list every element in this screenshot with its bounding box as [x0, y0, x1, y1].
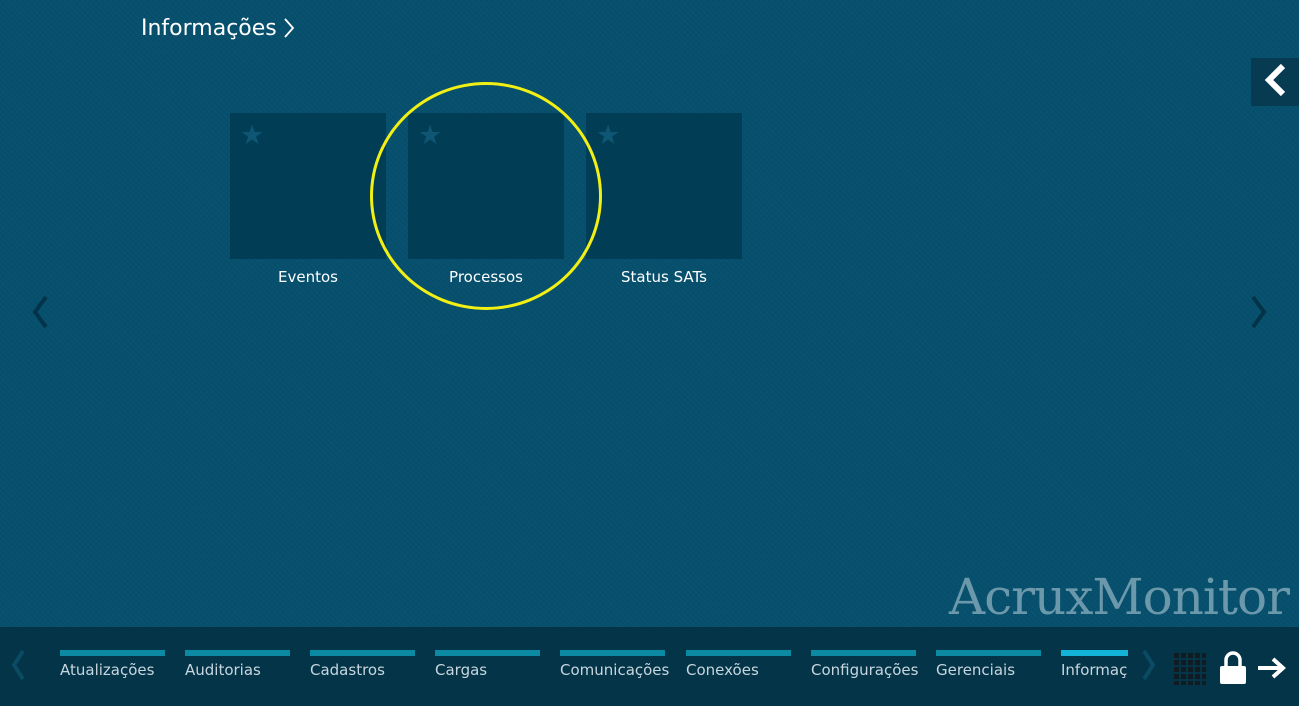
lock-icon[interactable]	[1219, 651, 1247, 685]
category-label: Gerenciais	[936, 661, 1016, 679]
category-configuracoes[interactable]: Configurações	[811, 650, 919, 679]
grid-icon[interactable]	[1173, 652, 1207, 686]
category-label: Comunicações	[560, 661, 670, 679]
chevron-right-icon	[1141, 649, 1157, 685]
category-gerenciais[interactable]: Gerenciais	[936, 650, 1041, 679]
chevron-right-icon	[283, 17, 295, 39]
category-cargas[interactable]: Cargas	[435, 650, 540, 679]
page-title[interactable]: Informações	[141, 12, 295, 44]
category-cadastros[interactable]: Cadastros	[310, 650, 415, 679]
category-indicator	[686, 650, 791, 656]
star-icon[interactable]: ★	[418, 122, 442, 149]
star-icon[interactable]: ★	[596, 122, 620, 149]
category-label: Cargas	[435, 661, 488, 679]
category-label: Atualizações	[60, 661, 155, 679]
categories-scroll-right-button[interactable]	[1137, 647, 1161, 687]
logout-arrow-icon[interactable]	[1256, 656, 1288, 680]
tile-box[interactable]: ★	[230, 113, 386, 259]
scroll-left-button[interactable]	[28, 294, 52, 334]
category-indicator	[936, 650, 1041, 656]
chevron-right-icon	[1250, 295, 1268, 333]
category-label: Informações	[1061, 661, 1128, 679]
tile-label: Status SATs	[621, 268, 707, 286]
category-auditorias[interactable]: Auditorias	[185, 650, 290, 679]
category-conexoes[interactable]: Conexões	[686, 650, 791, 679]
tile-box[interactable]: ★	[586, 113, 742, 259]
tile-box[interactable]: ★	[408, 113, 564, 259]
category-strip: Atualizações Auditorias Cadastros Cargas…	[60, 627, 1128, 706]
category-indicator	[185, 650, 290, 656]
chevron-left-icon	[10, 649, 26, 685]
category-label: Configurações	[811, 661, 919, 679]
category-indicator	[60, 650, 165, 656]
chevron-left-icon	[31, 295, 49, 333]
star-icon[interactable]: ★	[240, 122, 264, 149]
category-indicator	[310, 650, 415, 656]
page-title-text: Informações	[141, 15, 277, 41]
category-label: Auditorias	[185, 661, 261, 679]
chevron-left-icon	[1262, 63, 1288, 101]
category-indicator	[435, 650, 540, 656]
tile-eventos[interactable]: ★ Eventos	[230, 113, 386, 286]
category-indicator	[560, 650, 665, 656]
bottom-bar: Atualizações Auditorias Cadastros Cargas…	[0, 627, 1299, 706]
brand-logo: AcruxMonitor	[948, 568, 1290, 626]
scroll-right-button[interactable]	[1247, 294, 1271, 334]
back-button[interactable]	[1251, 58, 1299, 106]
category-label: Conexões	[686, 661, 759, 679]
category-indicator	[811, 650, 916, 656]
category-indicator-active	[1061, 650, 1128, 656]
category-informacoes[interactable]: Informações	[1061, 650, 1128, 679]
tile-status-sats[interactable]: ★ Status SATs	[586, 113, 742, 286]
tile-label: Eventos	[278, 268, 338, 286]
tile-group: ★ Eventos ★ Processos ★ Status SATs	[230, 113, 742, 286]
category-comunicacoes[interactable]: Comunicações	[560, 650, 670, 679]
category-label: Cadastros	[310, 661, 385, 679]
tile-processos[interactable]: ★ Processos	[408, 113, 564, 286]
tile-label: Processos	[449, 268, 523, 286]
category-atualizacoes[interactable]: Atualizações	[60, 650, 165, 679]
categories-scroll-left-button[interactable]	[6, 647, 30, 687]
